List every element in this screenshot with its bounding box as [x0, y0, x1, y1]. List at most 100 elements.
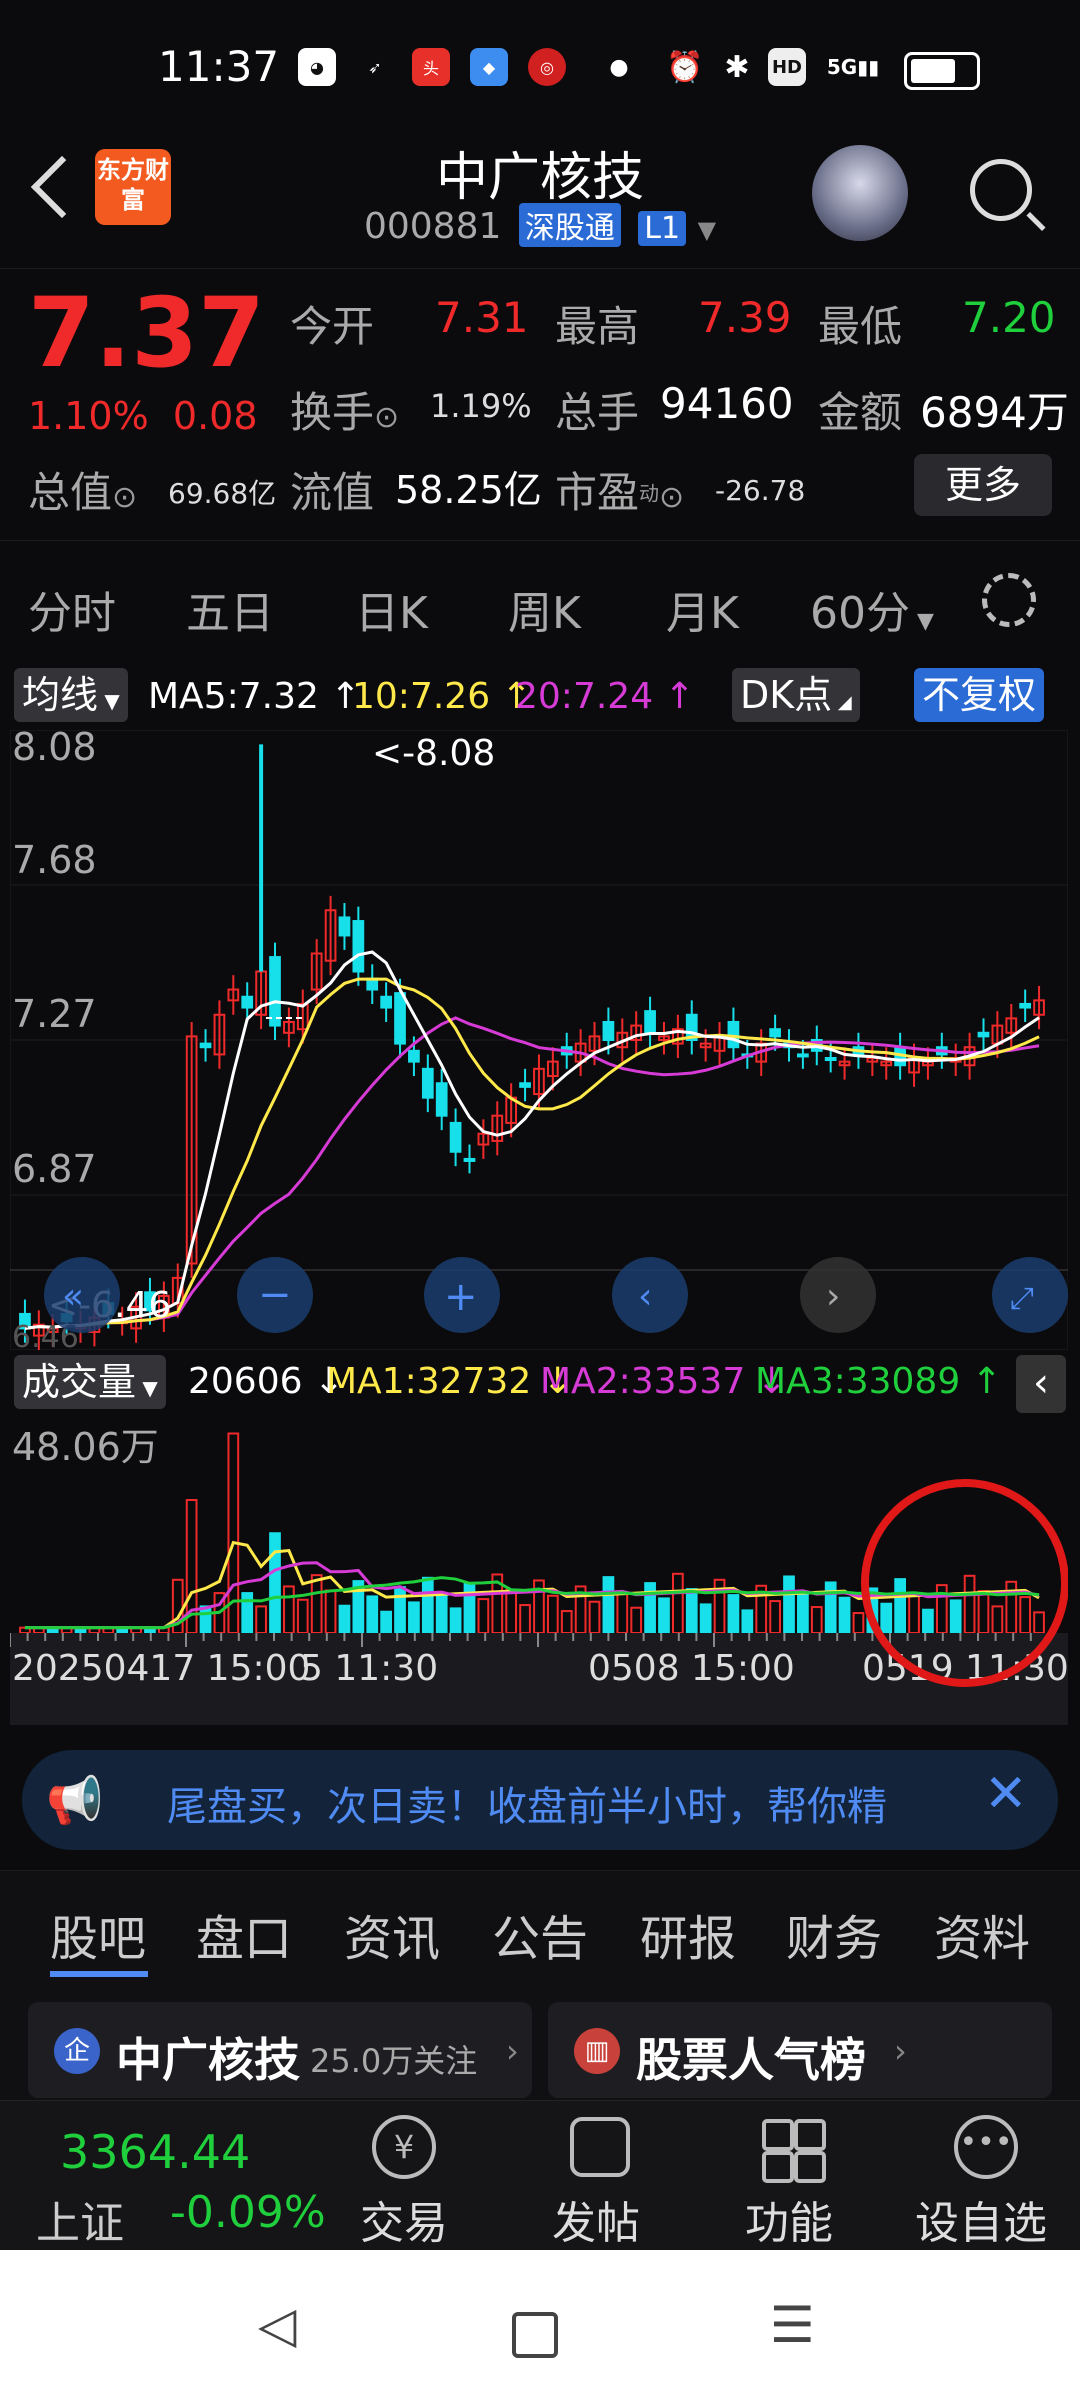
dk-point-button[interactable]: DK点 ◢ — [732, 668, 860, 722]
community-cards: 企 中广核技 25.0万关注 › ▥ 股票人气榜 › — [0, 1990, 1080, 2100]
promo-banner[interactable]: 📢 尾盘买，次日卖！收盘前半小时，帮你精 ✕ — [22, 1750, 1058, 1850]
volume-label: 总手 — [555, 388, 640, 437]
volume-bar — [199, 1605, 212, 1634]
bottom-nav: 3364.44 上证 -0.09% ¥ 交易 发帖 功能 ••• 设自选 — [0, 2100, 1080, 2251]
float-value: 58.25亿 — [395, 468, 542, 512]
stock-name: 中广核技 — [435, 148, 644, 208]
nav-trade[interactable]: 交易 — [360, 2187, 448, 2251]
volume-chart[interactable]: 48.06万 20250417 15:00 5 11:30 0508 15:00… — [10, 1415, 1068, 1725]
volume-bar — [366, 1595, 379, 1635]
candle — [602, 1020, 615, 1042]
ma-selector[interactable]: 均线 ▼ — [14, 668, 128, 722]
stock-code-row[interactable]: 000881 深股通 L1 ▼ — [0, 203, 1080, 247]
period-tabs: 分时 五日 日K 周K 月K 60分 ▼ — [0, 540, 1080, 671]
chevron-right-icon: › — [506, 2032, 519, 2070]
status-bar: 11:37 ◕ ➶ 头 ◆ ◎ ● ⏰ ✱ HD 5G ▮▮ — [0, 0, 1080, 135]
nav-functions[interactable]: 功能 — [745, 2187, 833, 2251]
mktcap-label: 总值 — [28, 468, 113, 517]
volume-bar — [408, 1601, 420, 1635]
ma20-value: 20:7.24 ↑ — [515, 676, 695, 717]
index-value[interactable]: 3364.44 — [60, 2125, 250, 2179]
axis-label-7.27: 7.27 — [12, 992, 97, 1036]
volume-bar — [685, 1588, 698, 1634]
volume-selector[interactable]: 成交量 ▼ — [14, 1355, 166, 1409]
active-tab-indicator — [50, 1971, 148, 1977]
tab-finance[interactable]: 财务 — [786, 1899, 882, 1969]
candle — [338, 916, 351, 937]
tab-guba[interactable]: 股吧 — [50, 1899, 146, 1969]
collapse-chevron-icon[interactable]: ‹ — [1016, 1355, 1066, 1413]
tab-profile[interactable]: 资料 — [934, 1899, 1030, 1969]
volume-bar — [783, 1575, 795, 1635]
info-icon[interactable]: ⊙ — [374, 400, 399, 435]
tab-weekly[interactable]: 周K — [508, 577, 581, 641]
hd-icon: HD — [768, 48, 806, 86]
tab-monthly[interactable]: 月K — [666, 577, 739, 641]
volume-bar — [797, 1590, 809, 1635]
nav-post[interactable]: 发帖 — [552, 2187, 640, 2251]
vol-ma3: MA3:33089 ↑ — [755, 1361, 1002, 1402]
feather-icon: ➶ — [368, 57, 382, 77]
volume-current: 20606 ↓ — [188, 1361, 345, 1402]
volume-bar — [435, 1592, 448, 1635]
volume-axis-max: 48.06万 — [12, 1425, 159, 1469]
info-icon[interactable]: ⊙ — [112, 480, 137, 515]
volume-bar — [949, 1599, 962, 1634]
dropdown-icon: ▼ — [697, 216, 717, 244]
menu-lines-icon[interactable]: ☰ — [770, 2296, 815, 2354]
candle — [421, 1067, 434, 1099]
candle — [797, 1053, 809, 1058]
app-blue-icon: ◆ — [470, 48, 508, 86]
tab-research[interactable]: 研报 — [640, 1899, 736, 1969]
level-badge: L1 — [638, 211, 687, 246]
tab-pankou[interactable]: 盘口 — [196, 1899, 292, 1969]
candle — [1019, 1002, 1032, 1009]
adjust-toggle[interactable]: 不复权 — [914, 668, 1045, 722]
bluetooth-icon: ✱ — [724, 49, 750, 85]
candle — [241, 995, 254, 1009]
candlestick-chart[interactable]: 8.08 7.68 7.27 6.87 6.46 <-8.08 <-6.46 «… — [10, 730, 1068, 1350]
tab-5day[interactable]: 五日 — [186, 577, 274, 641]
stock-code: 000881 — [363, 206, 502, 247]
popularity-card[interactable]: ▥ 股票人气榜 › — [548, 2002, 1052, 2098]
chevron-right-icon: › — [826, 1276, 840, 1317]
tab-intraday[interactable]: 分时 — [28, 577, 116, 641]
back-triangle-icon[interactable]: ◁ — [258, 2296, 296, 2354]
candle — [519, 1082, 531, 1088]
settings-gear-icon[interactable] — [982, 573, 1036, 627]
toutiao-icon: 头 — [412, 48, 450, 86]
search-icon[interactable] — [970, 159, 1032, 221]
grid-apps-icon — [762, 2119, 826, 2183]
more-button[interactable]: 更多 — [914, 454, 1052, 516]
volume-bar — [338, 1604, 351, 1634]
volume-bar — [894, 1578, 906, 1634]
tab-news[interactable]: 资讯 — [344, 1899, 440, 1969]
home-square-icon[interactable] — [512, 2312, 558, 2358]
tab-announce[interactable]: 公告 — [492, 1899, 588, 1969]
status-time: 11:37 — [158, 42, 280, 91]
robot-avatar[interactable] — [812, 145, 908, 241]
candle — [449, 1121, 462, 1153]
candle — [644, 1010, 656, 1034]
banner-text: 尾盘买，次日卖！收盘前半小时，帮你精 — [167, 1784, 887, 1830]
close-icon[interactable]: ✕ — [984, 1764, 1028, 1824]
amount-label: 金额 — [818, 388, 903, 437]
low-value: 7.20 — [962, 293, 1056, 342]
stock-forum-card[interactable]: 企 中广核技 25.0万关注 › — [28, 2002, 532, 2098]
vol-ma1: MA1:32732 ↓ — [326, 1361, 573, 1402]
alarm-icon: ⏰ — [666, 49, 704, 85]
last-price: 7.37 — [28, 277, 265, 389]
card-stock-name: 中广核技 — [116, 2033, 300, 2087]
open-label: 今开 — [290, 302, 375, 351]
chevron-left-icon: ‹ — [638, 1276, 652, 1317]
tab-60min[interactable]: 60分 ▼ — [810, 577, 934, 641]
signal-icon: 5G ▮▮ — [826, 55, 880, 79]
info-icon[interactable]: ⊙ — [659, 480, 684, 515]
nav-add-watchlist[interactable]: 设自选 — [915, 2187, 1047, 2251]
high-label: 最高 — [555, 302, 640, 351]
volume-bar — [658, 1597, 670, 1634]
volume-bar — [421, 1576, 434, 1634]
candle — [463, 1157, 476, 1162]
app-notification-icon: ◕ — [298, 48, 336, 86]
tab-daily[interactable]: 日K — [355, 577, 428, 641]
